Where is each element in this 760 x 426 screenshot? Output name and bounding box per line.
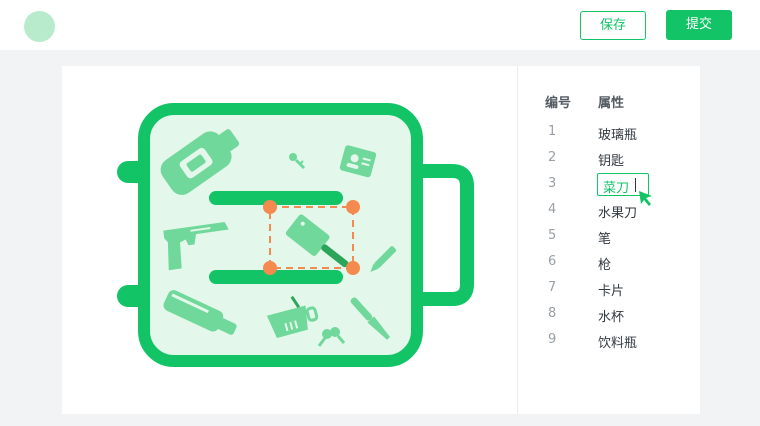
cursor-icon [639, 191, 652, 206]
row-number: 2 [548, 150, 557, 165]
row-number: 9 [548, 332, 557, 347]
submit-button[interactable]: 提交 [666, 10, 732, 40]
row-number: 3 [548, 176, 557, 191]
avatar[interactable] [24, 11, 55, 42]
row-attribute[interactable]: 饮料瓶 [598, 332, 637, 351]
image-canvas[interactable] [62, 66, 517, 414]
row-number: 5 [548, 228, 557, 243]
attribute-edit-value[interactable]: 菜刀 [603, 177, 629, 196]
selection-handle[interactable] [346, 200, 360, 214]
row-attribute[interactable]: 卡片 [598, 280, 624, 299]
row-attribute[interactable]: 枪 [598, 254, 611, 273]
row-attribute[interactable]: 钥匙 [598, 150, 624, 169]
selection-handle[interactable] [263, 200, 277, 214]
panel-divider [517, 66, 518, 414]
row-attribute[interactable]: 玻璃瓶 [598, 124, 637, 143]
row-number: 1 [548, 124, 557, 139]
row-attribute[interactable]: 水杯 [598, 306, 624, 325]
top-bar: 保存 提交 [0, 0, 760, 50]
selection-handle[interactable] [263, 261, 277, 275]
column-header-attribute: 属性 [598, 96, 625, 111]
save-button[interactable]: 保存 [580, 11, 646, 40]
suitcase-bar-bottom [209, 270, 343, 284]
row-number: 7 [548, 280, 557, 295]
suitcase-bar-top [209, 191, 343, 205]
row-number: 6 [548, 254, 557, 269]
text-caret [635, 178, 636, 192]
column-header-number: 编号 [545, 96, 572, 111]
row-number: 4 [548, 202, 557, 217]
row-attribute[interactable]: 水果刀 [598, 202, 637, 221]
selection-handle[interactable] [346, 261, 360, 275]
row-attribute[interactable]: 笔 [598, 228, 611, 247]
row-number: 8 [548, 306, 557, 321]
